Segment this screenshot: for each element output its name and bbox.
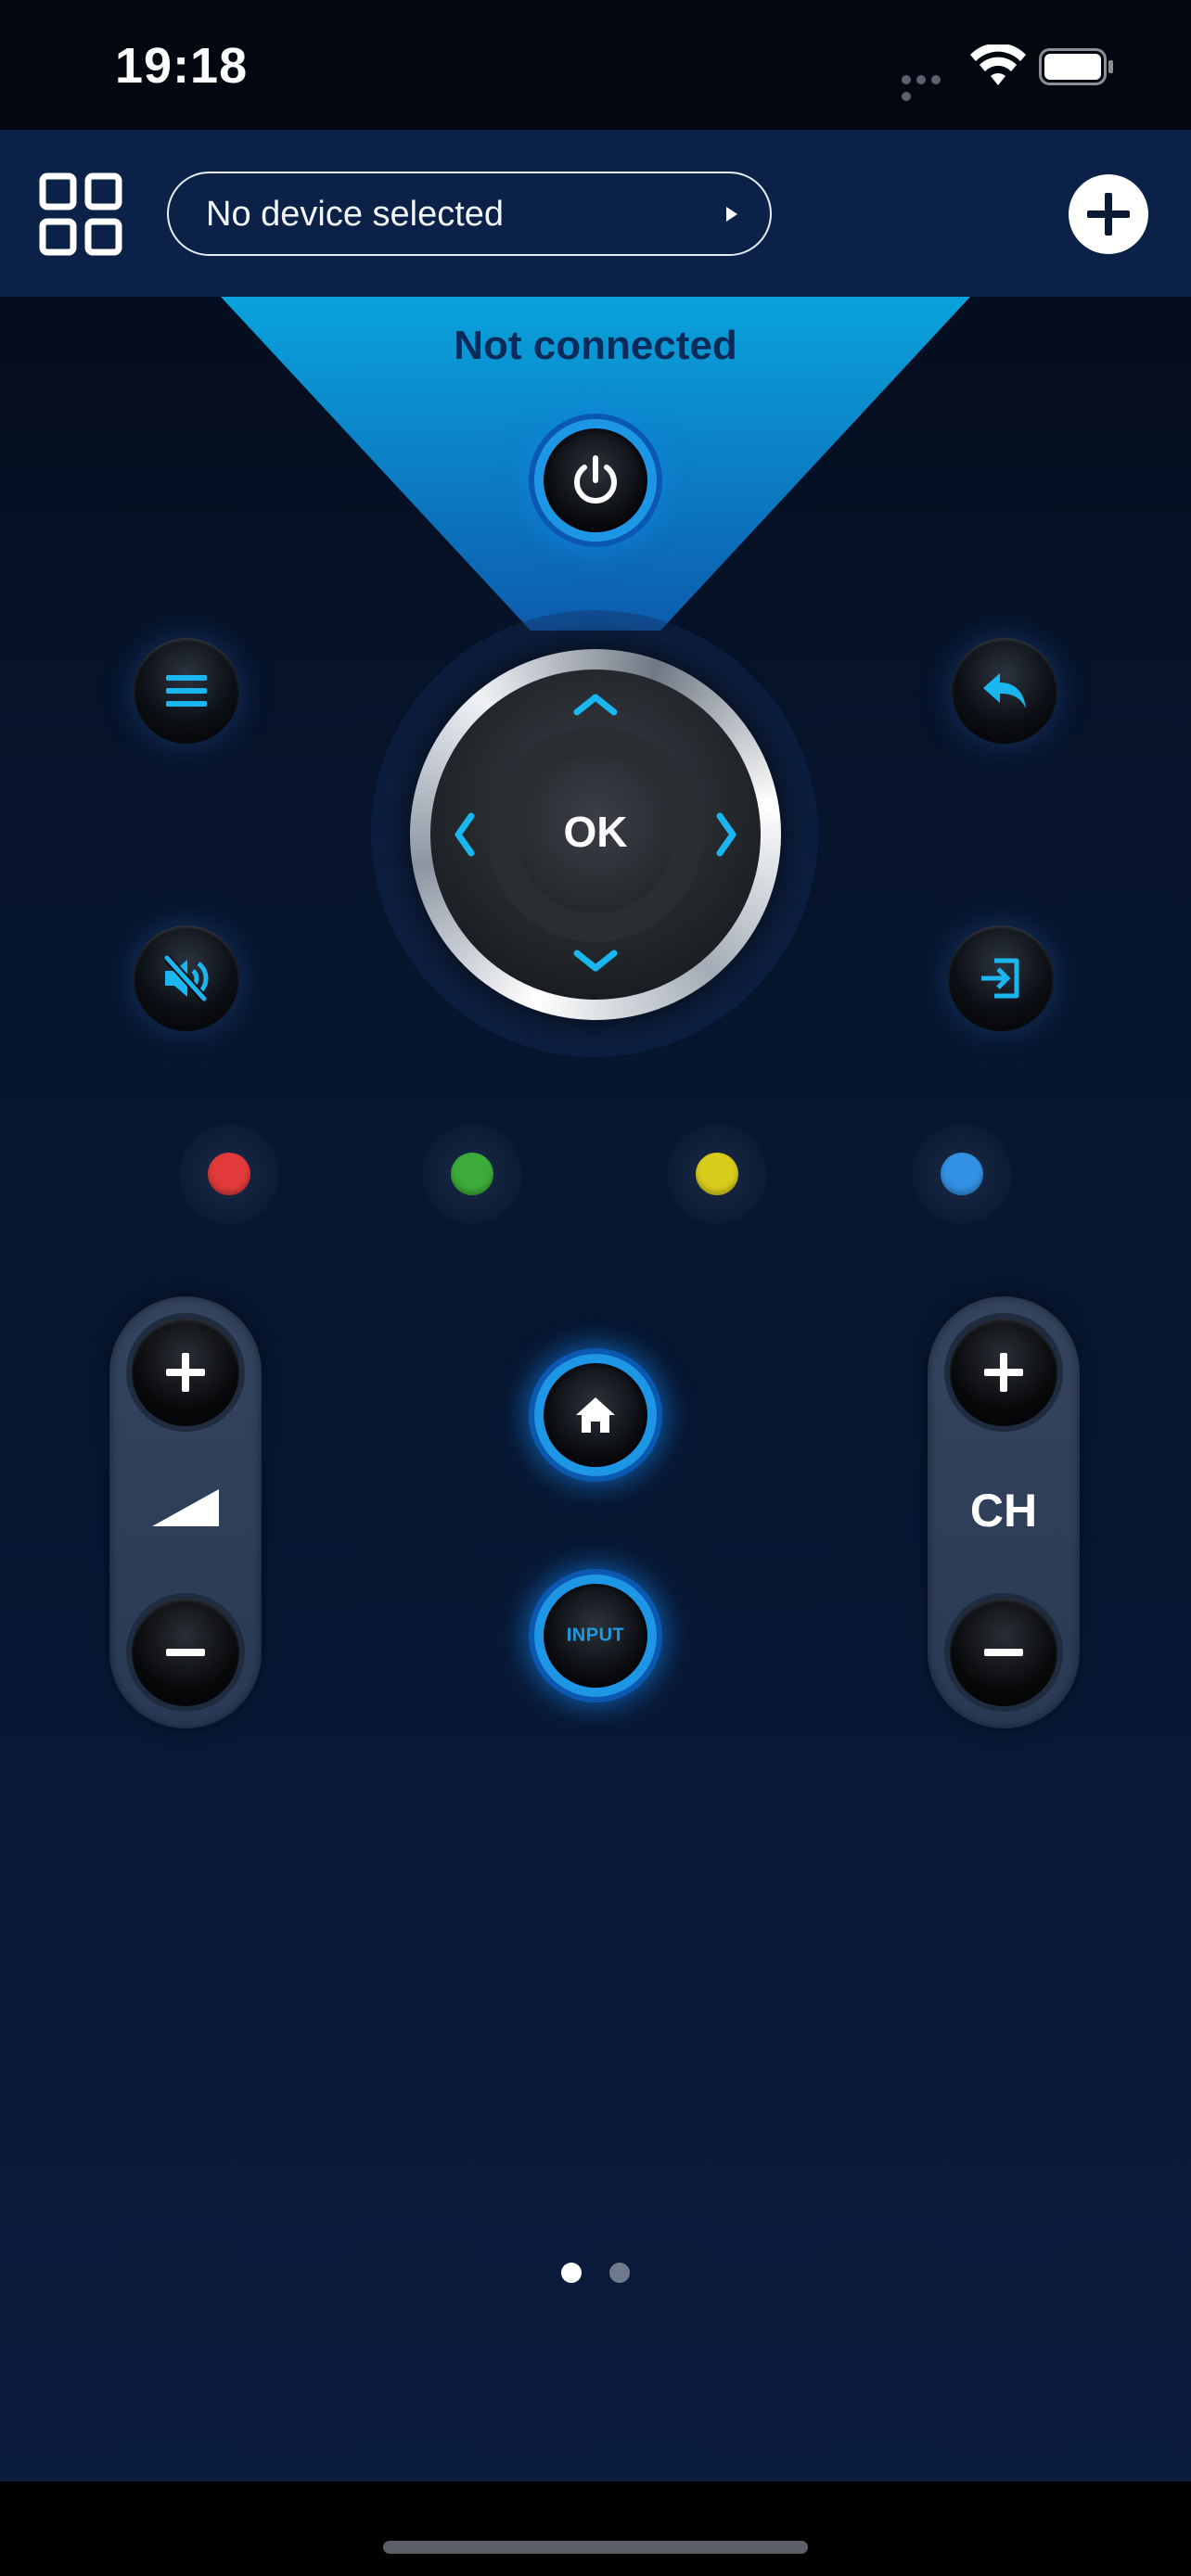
volume-ramp-icon [152, 1489, 219, 1526]
home-indicator[interactable] [383, 2541, 808, 2554]
home-icon [576, 1397, 615, 1433]
plus-icon [984, 1353, 1023, 1392]
plus-icon [1087, 193, 1130, 236]
input-source-icon [981, 958, 1019, 999]
status-time: 19:18 [115, 38, 249, 94]
volume-rocker [109, 1296, 262, 1728]
channel-down-button[interactable] [950, 1599, 1057, 1706]
channel-label: CH [969, 1485, 1038, 1537]
home-button[interactable] [534, 1354, 657, 1476]
connection-status: Not connected [454, 323, 737, 368]
grid-icon[interactable] [39, 172, 122, 256]
mute-button[interactable] [134, 925, 239, 1031]
power-icon [574, 455, 617, 504]
page-indicator-1[interactable] [561, 2263, 582, 2283]
blue-key [941, 1153, 983, 1195]
red-key [208, 1153, 250, 1195]
channel-up-button[interactable] [950, 1319, 1057, 1426]
hamburger-menu-icon [166, 675, 207, 707]
battery-icon [1039, 48, 1113, 85]
dpad-up-button[interactable] [568, 690, 623, 718]
yellow-key [696, 1153, 738, 1195]
wifi-icon [970, 45, 1026, 85]
source-button[interactable] [948, 925, 1054, 1031]
add-device-button[interactable] [1069, 174, 1148, 254]
back-button[interactable] [952, 638, 1057, 744]
volume-down-button[interactable] [132, 1599, 239, 1706]
dpad-down-button[interactable] [568, 948, 623, 976]
plus-icon [166, 1353, 205, 1392]
green-key [451, 1153, 493, 1195]
minus-icon [166, 1649, 205, 1656]
dpad-right-button[interactable] [712, 807, 740, 862]
mute-icon [163, 954, 209, 1002]
home-indicator-area [0, 2481, 1191, 2576]
yellow-key-button[interactable] [667, 1124, 767, 1224]
dpad-left-button[interactable] [451, 807, 479, 862]
blue-key-button[interactable] [912, 1124, 1012, 1224]
page-indicator-2[interactable] [609, 2263, 630, 2283]
device-selector-label: No device selected [206, 195, 505, 234]
play-arrow-icon [726, 207, 737, 222]
input-button[interactable]: INPUT [534, 1575, 657, 1697]
input-label: INPUT [566, 1625, 625, 1646]
green-key-button[interactable] [422, 1124, 522, 1224]
ok-label: OK [563, 808, 628, 856]
volume-up-button[interactable] [132, 1319, 239, 1426]
back-arrow-icon [983, 673, 1026, 708]
signal-dots-icon [902, 72, 959, 101]
menu-button[interactable] [134, 638, 239, 744]
power-button[interactable] [534, 419, 657, 542]
minus-icon [984, 1649, 1023, 1656]
red-key-button[interactable] [179, 1124, 279, 1224]
